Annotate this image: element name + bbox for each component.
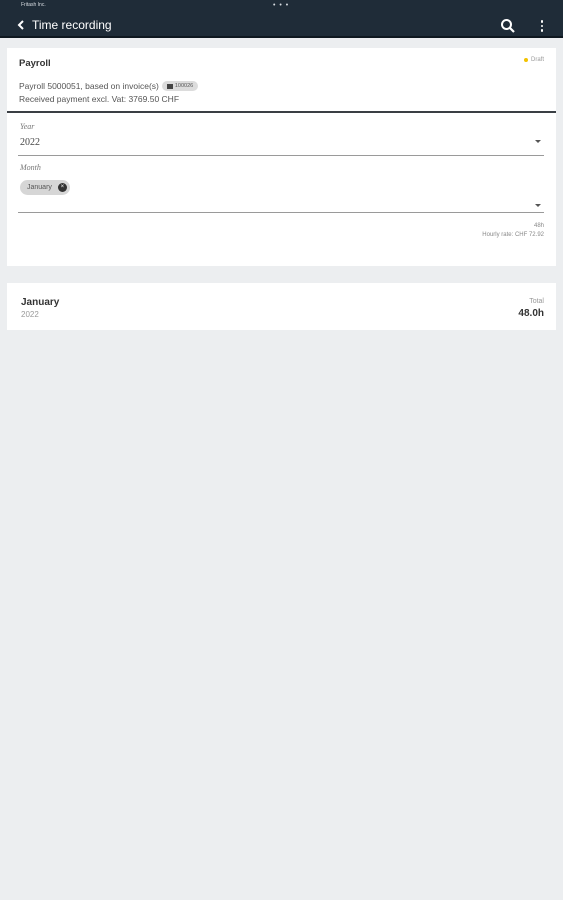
summary-month: January [21, 297, 60, 308]
close-icon[interactable]: × [57, 183, 67, 192]
invoice-chip-label: 100026 [174, 83, 194, 89]
status-badge-label: Draft [530, 57, 544, 63]
app-bar: Fritash Inc. • • • Time recording [0, 0, 563, 38]
more-vert-icon [540, 20, 544, 23]
status-dots: • • • [273, 2, 290, 9]
more-menu-button[interactable] [536, 18, 548, 34]
chevron-left-icon [17, 20, 24, 30]
back-button[interactable] [14, 17, 28, 33]
chevron-down-icon[interactable] [535, 204, 541, 207]
payroll-description: Payroll 5000051, based on invoice(s) 100… [19, 81, 199, 91]
month-chip[interactable]: January × [20, 180, 70, 195]
chevron-down-icon[interactable] [535, 140, 541, 143]
invoice-icon [166, 83, 173, 89]
page-title: Time recording [32, 18, 112, 32]
month-label: Month [20, 163, 41, 172]
month-summary-card[interactable]: January 2022 Total 48.0h [7, 283, 556, 330]
payroll-header: Payroll Draft Payroll 5000051, based on … [7, 48, 556, 113]
total-label: Total [529, 298, 544, 305]
status-text: Fritash Inc. [21, 2, 46, 8]
search-icon [501, 19, 515, 33]
year-label: Year [20, 122, 35, 131]
year-select[interactable]: 2022 [20, 137, 40, 148]
payroll-title: Payroll [19, 58, 51, 69]
received-payment: Received payment excl. Vat: 3769.50 CHF [19, 94, 180, 104]
payroll-card: Payroll Draft Payroll 5000051, based on … [7, 48, 556, 266]
summary-year: 2022 [21, 310, 39, 319]
more-vert-icon [540, 24, 544, 28]
month-underline [18, 212, 544, 213]
more-vert-icon [540, 29, 544, 32]
status-dot-icon [523, 58, 528, 62]
total-value: 48.0h [518, 308, 544, 319]
payroll-description-text: Payroll 5000051, based on invoice(s) [19, 81, 159, 91]
hours-value: 48h [533, 223, 544, 229]
month-chip-label: January [27, 184, 52, 191]
status-bar: Fritash Inc. • • • [0, 0, 563, 10]
year-underline [18, 155, 544, 156]
hourly-rate: Hourly rate: CHF 72.92 [482, 232, 544, 238]
search-button[interactable] [500, 18, 516, 34]
invoice-chip[interactable]: 100026 [161, 81, 199, 91]
status-badge: Draft [523, 57, 544, 63]
